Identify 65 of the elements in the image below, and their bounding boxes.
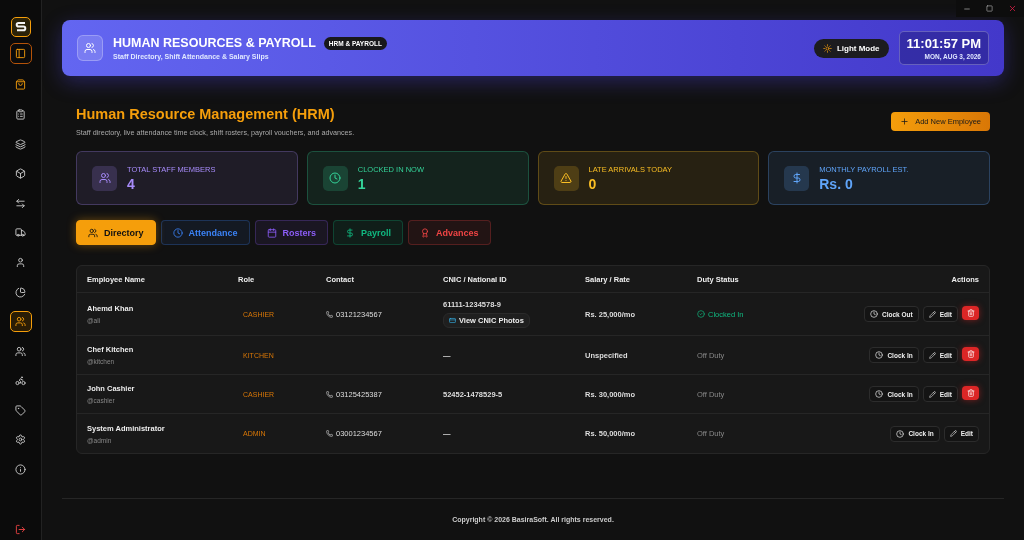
tab[interactable]: Payroll bbox=[333, 220, 404, 245]
sidebar-panel-icon bbox=[15, 47, 26, 59]
phone-icon bbox=[326, 390, 333, 398]
award-icon bbox=[420, 227, 431, 238]
maximize-icon[interactable] bbox=[986, 5, 993, 12]
layers-icon bbox=[15, 138, 26, 150]
pencil-icon bbox=[949, 430, 957, 437]
tab[interactable]: Rosters bbox=[254, 220, 329, 245]
users-icon bbox=[15, 345, 26, 357]
truck-icon bbox=[15, 227, 26, 239]
delete-button[interactable] bbox=[962, 386, 979, 400]
stat-value: 4 bbox=[127, 175, 136, 192]
phone-icon bbox=[326, 310, 333, 318]
sidebar-toggle-button[interactable] bbox=[9, 42, 32, 65]
pencil-icon bbox=[928, 351, 936, 359]
trash-icon bbox=[966, 309, 975, 317]
theme-toggle-button[interactable]: Light Mode bbox=[813, 38, 889, 58]
tab[interactable]: Advances bbox=[408, 220, 491, 245]
bike-icon bbox=[15, 375, 26, 387]
users-icon bbox=[98, 172, 111, 184]
calendar-icon bbox=[266, 227, 277, 238]
clock-icon bbox=[329, 172, 342, 184]
user-icon bbox=[15, 256, 26, 268]
check-icon bbox=[697, 310, 705, 318]
clipboard-icon bbox=[15, 109, 26, 121]
bag-icon bbox=[15, 79, 26, 91]
users-icon bbox=[15, 316, 26, 328]
clock-time: 11:01:57 PM bbox=[906, 36, 981, 51]
tab[interactable]: Directory bbox=[76, 220, 156, 245]
stat-value: 1 bbox=[357, 175, 367, 192]
logout-icon bbox=[15, 523, 26, 535]
clock-icon bbox=[870, 310, 878, 318]
page-title: Human Resource Management (HRM) bbox=[76, 106, 336, 122]
trash-icon bbox=[966, 389, 975, 397]
delete-button[interactable] bbox=[962, 347, 979, 361]
phone-icon bbox=[326, 430, 333, 437]
users-icon bbox=[88, 227, 98, 238]
pie-icon bbox=[15, 286, 26, 298]
info-icon bbox=[15, 464, 26, 475]
delete-button[interactable] bbox=[962, 306, 979, 320]
app-logo[interactable] bbox=[10, 17, 31, 37]
banner-title: HUMAN RESOURCES & PAYROLL bbox=[113, 36, 316, 50]
transfer-icon bbox=[15, 197, 26, 209]
pencil-icon bbox=[928, 310, 936, 318]
tab[interactable]: Attendance bbox=[160, 220, 250, 245]
sun-icon bbox=[822, 43, 832, 53]
settings-icon bbox=[15, 434, 26, 446]
tag-icon bbox=[15, 404, 26, 416]
dollar-icon bbox=[345, 227, 356, 238]
warning-icon bbox=[560, 172, 572, 184]
users-icon bbox=[77, 35, 103, 61]
trash-icon bbox=[966, 350, 975, 358]
stat-value: Rs. 0 bbox=[819, 175, 854, 192]
stat-value: 0 bbox=[588, 175, 598, 192]
pencil-icon bbox=[928, 390, 936, 398]
box-icon bbox=[15, 168, 26, 180]
plus-icon bbox=[900, 117, 910, 126]
clock-icon bbox=[875, 351, 884, 359]
clock-icon bbox=[896, 429, 905, 438]
dollar-icon bbox=[790, 172, 803, 184]
clock-icon bbox=[875, 390, 884, 398]
sidebar-item[interactable] bbox=[9, 310, 32, 333]
close-icon[interactable] bbox=[1007, 4, 1017, 13]
clock-icon bbox=[172, 227, 183, 238]
id-card-icon bbox=[449, 317, 456, 324]
